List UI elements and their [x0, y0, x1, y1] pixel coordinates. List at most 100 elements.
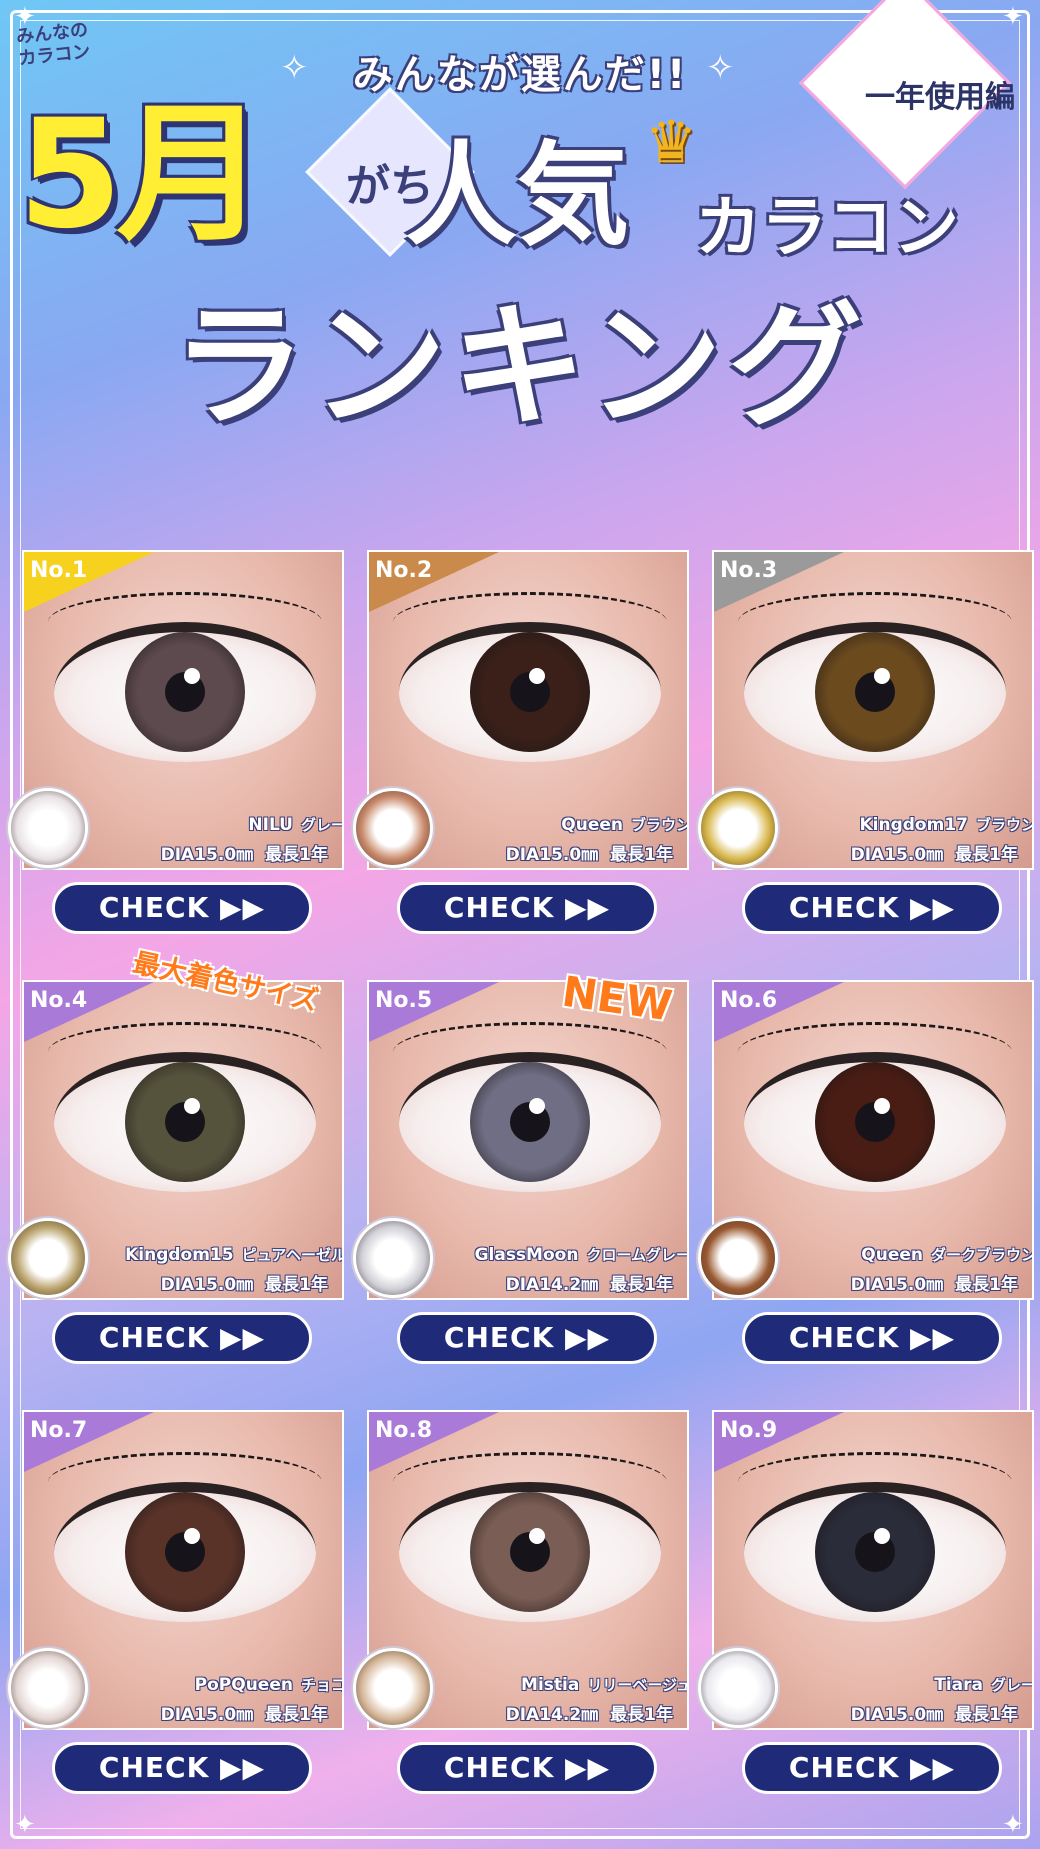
- product-name-line: Mistia リリーベージュ: [441, 1674, 689, 1695]
- check-button[interactable]: CHECK ▶▶: [397, 882, 657, 934]
- product-name: Queen: [861, 1245, 923, 1265]
- product-card[interactable]: No.3 Kingdom17 ブラウン DIA15.0㎜ 最長1年 CHECK ▶▶: [698, 550, 1034, 934]
- product-color: グレー: [300, 816, 344, 834]
- product-name: Mistia: [521, 1675, 580, 1695]
- product-life: 最長1年: [610, 1705, 673, 1725]
- check-button[interactable]: CHECK ▶▶: [52, 1742, 312, 1794]
- rank-label: No.8: [375, 1418, 433, 1443]
- product-dia: DIA15.0㎜: [160, 845, 254, 865]
- rank-label: No.9: [720, 1418, 778, 1443]
- product-name: NILU: [248, 815, 293, 835]
- rank-label: No.3: [720, 558, 778, 583]
- product-life: 最長1年: [610, 1275, 673, 1295]
- lens-swatch-icon: [353, 1218, 433, 1298]
- product-life: 最長1年: [955, 1275, 1018, 1295]
- rank-label: No.4: [30, 988, 88, 1013]
- product-spec-line: DIA14.2㎜ 最長1年: [506, 1700, 673, 1725]
- product-color: クロームグレー: [586, 1246, 689, 1264]
- rank-label: No.5: [375, 988, 433, 1013]
- lens-swatch-icon: [698, 1218, 778, 1298]
- product-life: 最長1年: [265, 1705, 328, 1725]
- product-spec-line: DIA15.0㎜ 最長1年: [161, 840, 328, 865]
- rank-label: No.1: [30, 558, 88, 583]
- product-name-line: NILU グレー: [96, 814, 344, 835]
- product-dia: DIA15.0㎜: [850, 1705, 944, 1725]
- product-card[interactable]: No.2 Queen ブラウン DIA15.0㎜ 最長1年 CHECK ▶▶: [353, 550, 689, 934]
- check-button[interactable]: CHECK ▶▶: [52, 1312, 312, 1364]
- product-spec-line: DIA15.0㎜ 最長1年: [851, 1270, 1018, 1295]
- product-name-line: Kingdom17 ブラウン: [786, 814, 1034, 835]
- product-card[interactable]: No.6 Queen ダークブラウン DIA15.0㎜ 最長1年 CHECK ▶▶: [698, 980, 1034, 1364]
- product-color: ブラウン: [630, 816, 689, 834]
- product-name: PoPQueen: [194, 1675, 293, 1695]
- product-card[interactable]: No.7 PoPQueen チョコ DIA15.0㎜ 最長1年 CHECK ▶▶: [8, 1410, 344, 1794]
- rank-label: No.6: [720, 988, 778, 1013]
- product-card[interactable]: No.1 NILU グレー DIA15.0㎜ 最長1年 CHECK ▶▶: [8, 550, 344, 934]
- rank-label: No.7: [30, 1418, 88, 1443]
- check-button[interactable]: CHECK ▶▶: [52, 882, 312, 934]
- product-life: 最長1年: [265, 845, 328, 865]
- product-spec-line: DIA14.2㎜ 最長1年: [506, 1270, 673, 1295]
- lens-swatch-icon: [8, 1648, 88, 1728]
- product-life: 最長1年: [265, 1275, 328, 1295]
- lens-swatch-icon: [353, 1648, 433, 1728]
- product-dia: DIA15.0㎜: [160, 1705, 254, 1725]
- lens-swatch-icon: [8, 1218, 88, 1298]
- glint: [874, 1098, 890, 1114]
- lens-swatch-icon: [698, 1648, 778, 1728]
- product-color: ブラウン: [975, 816, 1034, 834]
- check-button[interactable]: CHECK ▶▶: [742, 1312, 1002, 1364]
- product-name: Queen: [561, 815, 623, 835]
- glint: [184, 1098, 200, 1114]
- product-spec-line: DIA15.0㎜ 最長1年: [506, 840, 673, 865]
- product-spec-line: DIA15.0㎜ 最長1年: [161, 1270, 328, 1295]
- product-name: Tiara: [934, 1675, 983, 1695]
- product-card[interactable]: No.9 Tiara グレー DIA15.0㎜ 最長1年 CHECK ▶▶: [698, 1410, 1034, 1794]
- product-card[interactable]: No.8 Mistia リリーベージュ DIA14.2㎜ 最長1年 CHECK ▶▶: [353, 1410, 689, 1794]
- product-name-line: Kingdom15 ピュアヘーゼル: [96, 1244, 344, 1265]
- product-name: Kingdom17: [859, 815, 968, 835]
- glint: [529, 668, 545, 684]
- glint: [184, 668, 200, 684]
- product-spec-line: DIA15.0㎜ 最長1年: [161, 1700, 328, 1725]
- product-name-line: GlassMoon クロームグレー: [441, 1244, 689, 1265]
- product-grid: No.1 NILU グレー DIA15.0㎜ 最長1年 CHECK ▶▶ No.2 …: [0, 0, 1040, 1849]
- glint: [529, 1098, 545, 1114]
- product-life: 最長1年: [955, 845, 1018, 865]
- product-name: Kingdom15: [125, 1245, 234, 1265]
- product-name: GlassMoon: [474, 1245, 579, 1265]
- product-dia: DIA14.2㎜: [505, 1275, 599, 1295]
- product-name-line: PoPQueen チョコ: [96, 1674, 344, 1695]
- lens-swatch-icon: [698, 788, 778, 868]
- product-name-line: Queen ブラウン: [441, 814, 689, 835]
- product-color: チョコ: [300, 1676, 344, 1694]
- rank-label: No.2: [375, 558, 433, 583]
- product-life: 最長1年: [610, 845, 673, 865]
- check-button[interactable]: CHECK ▶▶: [397, 1312, 657, 1364]
- product-spec-line: DIA15.0㎜ 最長1年: [851, 1700, 1018, 1725]
- product-dia: DIA15.0㎜: [850, 1275, 944, 1295]
- product-card[interactable]: No.5 GlassMoon クロームグレー DIA14.2㎜ 最長1年 CHECK…: [353, 980, 689, 1364]
- check-button[interactable]: CHECK ▶▶: [397, 1742, 657, 1794]
- product-dia: DIA15.0㎜: [160, 1275, 254, 1295]
- check-button[interactable]: CHECK ▶▶: [742, 882, 1002, 934]
- product-dia: DIA14.2㎜: [505, 1705, 599, 1725]
- lens-swatch-icon: [8, 788, 88, 868]
- glint: [529, 1528, 545, 1544]
- product-spec-line: DIA15.0㎜ 最長1年: [851, 840, 1018, 865]
- glint: [874, 1528, 890, 1544]
- product-color: グレー: [990, 1676, 1034, 1694]
- product-card[interactable]: No.4 Kingdom15 ピュアヘーゼル DIA15.0㎜ 最長1年 CHECK…: [8, 980, 344, 1364]
- product-color: リリーベージュ: [587, 1676, 689, 1694]
- product-name-line: Queen ダークブラウン: [786, 1244, 1034, 1265]
- product-dia: DIA15.0㎜: [850, 845, 944, 865]
- product-life: 最長1年: [955, 1705, 1018, 1725]
- glint: [184, 1528, 200, 1544]
- product-color: ダークブラウン: [930, 1246, 1034, 1264]
- lens-swatch-icon: [353, 788, 433, 868]
- product-name-line: Tiara グレー: [786, 1674, 1034, 1695]
- glint: [874, 668, 890, 684]
- product-dia: DIA15.0㎜: [505, 845, 599, 865]
- check-button[interactable]: CHECK ▶▶: [742, 1742, 1002, 1794]
- product-color: ピュアヘーゼル: [241, 1246, 344, 1264]
